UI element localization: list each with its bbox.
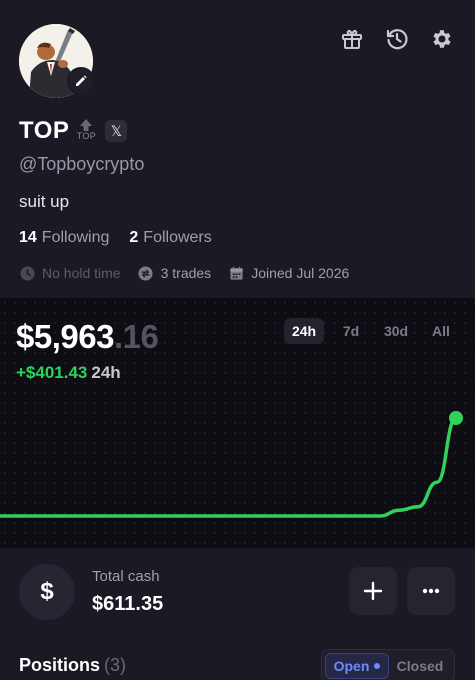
profile-bio: suit up — [19, 192, 70, 211]
profile-name: TOP — [19, 117, 70, 144]
profile-meta: No hold time 3 trades Joined Jul 2026 — [19, 265, 366, 281]
header-actions — [339, 26, 455, 52]
range-30d[interactable]: 30d — [378, 318, 414, 344]
portfolio-balance: $5,963 .16 — [16, 318, 159, 356]
plus-icon — [363, 581, 383, 601]
token-badge-label: TOP — [76, 131, 97, 141]
change-value: +$401.43 — [16, 363, 88, 382]
add-cash-button[interactable] — [349, 567, 397, 615]
portfolio-change: +$401.43 24h — [16, 363, 121, 383]
hold-time-text: No hold time — [42, 265, 121, 281]
positions-toggle: Open Closed — [321, 649, 455, 680]
time-range-selector: 24h 7d 30d All — [284, 318, 459, 344]
range-24h[interactable]: 24h — [284, 318, 324, 344]
followers-link[interactable]: 2 Followers — [129, 229, 211, 247]
positions-title: Positions — [19, 655, 101, 675]
change-period: 24h — [91, 363, 121, 382]
positions-heading: Positions (3) — [19, 655, 126, 676]
token-badge[interactable]: TOP — [75, 118, 97, 144]
profile-handle: @Topboycrypto — [19, 154, 145, 174]
balance-cents: .16 — [113, 318, 159, 355]
dollar-icon: $ — [19, 564, 75, 620]
swap-icon — [138, 265, 154, 281]
edit-avatar-button[interactable] — [67, 67, 95, 95]
range-all[interactable]: All — [423, 318, 459, 344]
chart-line — [0, 416, 458, 518]
range-7d[interactable]: 7d — [333, 318, 369, 344]
tab-closed[interactable]: Closed — [389, 653, 451, 679]
balance-main: $5,963 — [16, 318, 114, 355]
following-count: 14 — [19, 229, 37, 246]
gear-icon — [433, 30, 451, 48]
more-horizontal-icon — [422, 588, 440, 594]
joined-text: Joined Jul 2026 — [251, 265, 350, 281]
gift-button[interactable] — [339, 26, 365, 52]
following-link[interactable]: 14 Following — [19, 229, 109, 247]
x-link[interactable]: 𝕏 — [105, 120, 128, 142]
followers-count: 2 — [129, 229, 139, 246]
chart-end-point — [449, 411, 463, 425]
name-row: TOP TOP 𝕏 — [19, 117, 128, 145]
total-cash-value: $611.35 — [92, 593, 164, 615]
active-dot-icon — [374, 663, 381, 669]
clock-icon — [19, 265, 35, 281]
arrow-up-icon — [80, 119, 93, 131]
total-cash-label: Total cash — [92, 568, 160, 585]
hold-time: No hold time — [19, 265, 121, 281]
trades-text: 3 trades — [160, 265, 212, 281]
portfolio-chart-section: $5,963 .16 +$401.43 24h 24h 7d 30d All — [0, 298, 475, 548]
calendar-icon — [228, 265, 244, 281]
gift-icon — [342, 29, 362, 49]
history-button[interactable] — [384, 26, 410, 52]
trades: 3 trades — [138, 265, 212, 281]
settings-button[interactable] — [429, 26, 455, 52]
tab-open[interactable]: Open — [325, 653, 389, 679]
history-icon — [386, 29, 408, 50]
cash-section: $ Total cash $611.35 Positions (3) Open C… — [0, 548, 475, 680]
positions-count: (3) — [104, 655, 127, 675]
tab-open-label: Open — [333, 658, 370, 674]
more-options-button[interactable] — [407, 567, 455, 615]
following-label: Following — [41, 229, 110, 246]
follow-stats: 14 Following 2 Followers — [19, 229, 212, 247]
profile-section: TOP TOP 𝕏 @Topboycrypto suit up 14 Follow… — [0, 0, 475, 298]
pencil-icon — [76, 75, 87, 86]
x-logo-icon: 𝕏 — [110, 122, 123, 139]
joined: Joined Jul 2026 — [228, 265, 349, 281]
followers-label: Followers — [143, 229, 212, 246]
